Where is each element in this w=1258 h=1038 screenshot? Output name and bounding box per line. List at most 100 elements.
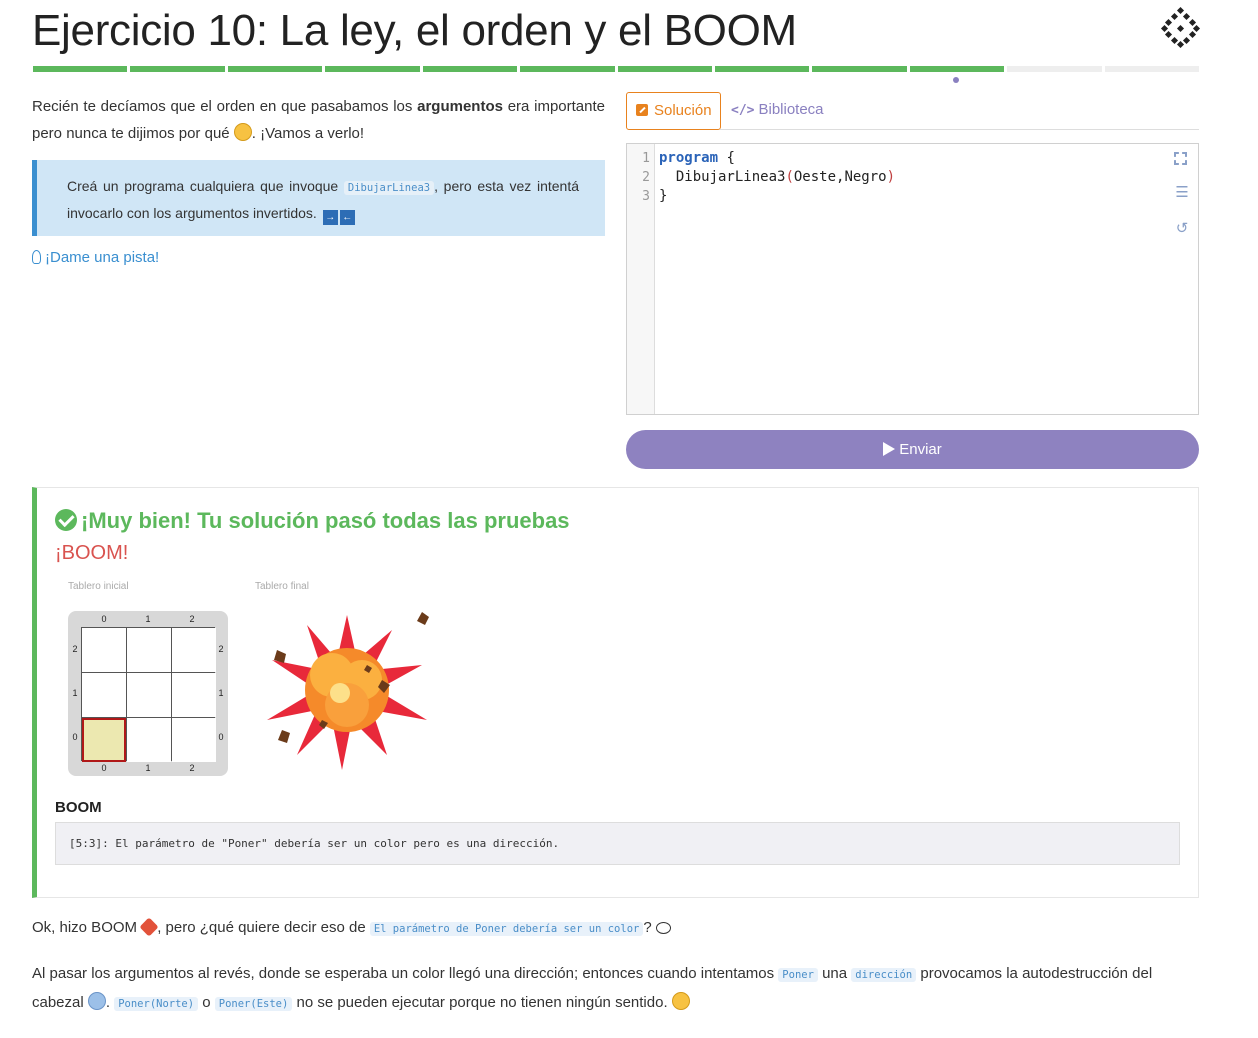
board-column-label: 0 [101, 763, 107, 773]
progress-step[interactable] [617, 66, 712, 72]
board-cell [172, 673, 216, 717]
reset-icon[interactable]: ↺ [1174, 221, 1190, 237]
error-console: [5:3]: El parámetro de "Poner" debería s… [55, 822, 1180, 865]
result-title: ¡Muy bien! Tu solución pasó todas las pr… [55, 508, 570, 534]
board-row-label: 1 [218, 688, 224, 698]
code-line: program { [659, 149, 895, 168]
fearful-emoji-icon [87, 992, 106, 1010]
progress-step-current[interactable] [909, 66, 1005, 72]
inline-code: Poner(Este) [214, 997, 293, 1011]
check-circle-icon [55, 509, 77, 531]
line-numbers: 1 2 3 [627, 144, 655, 414]
tab-library-label: Biblioteca [758, 101, 824, 118]
fullscreen-icon[interactable] [1174, 152, 1187, 165]
board-column-label: 2 [189, 614, 195, 624]
final-board-label: Tablero final [255, 581, 309, 592]
submit-button[interactable]: Enviar [626, 430, 1199, 469]
board-cell [127, 628, 171, 672]
arrow-left-icon: ← [339, 210, 355, 225]
board-row-label: 2 [218, 644, 224, 654]
inline-code: Poner(Norte) [114, 997, 199, 1011]
result-title-text: ¡Muy bien! Tu solución pasó todas las pr… [81, 508, 570, 533]
code-paren: ) [886, 169, 896, 185]
board-column-label: 2 [189, 763, 195, 773]
progress-step[interactable] [33, 66, 128, 72]
play-icon [883, 442, 896, 456]
collision-emoji-icon [139, 917, 159, 937]
explanation-paragraph: Ok, hizo BOOM , pero ¿qué quiere decir e… [32, 917, 671, 937]
arrow-right-icon: → [322, 210, 338, 225]
hint-label: ¡Dame una pista! [45, 249, 160, 266]
intro-bold: argumentos [417, 98, 503, 115]
progress-step[interactable] [714, 66, 810, 72]
current-step-marker [953, 77, 959, 83]
editor-toolbar: ☰ ↺ [1174, 152, 1192, 257]
paragraph-text: Al pasar los argumentos al revés, donde … [32, 965, 779, 982]
tab-library[interactable]: </> Biblioteca [731, 101, 824, 118]
exercise-progress-bar[interactable] [33, 66, 1200, 74]
board-row-label: 2 [72, 644, 78, 654]
lightbulb-icon [32, 250, 41, 264]
grinning-sweat-emoji-icon [671, 992, 690, 1010]
paragraph-text: ? [643, 919, 656, 936]
board-column-label: 0 [101, 614, 107, 624]
line-number: 2 [642, 170, 650, 185]
mumuki-logo-icon [1160, 6, 1201, 48]
code-paren: ( [785, 169, 794, 185]
code-editor[interactable]: 1 2 3 program { DibujarLinea3(Oeste,Negr… [626, 143, 1199, 415]
progress-step[interactable] [422, 66, 518, 72]
progress-step[interactable] [812, 66, 907, 72]
board-row-label: 0 [218, 732, 224, 742]
submit-label: Enviar [899, 441, 942, 458]
paragraph-text: Ok, hizo BOOM [32, 919, 142, 936]
exercise-intro: Recién te decíamos que el orden en que p… [32, 93, 605, 147]
board-row-label: 0 [72, 732, 78, 742]
tab-solution[interactable]: Solución [626, 92, 721, 130]
explosion-icon [267, 612, 429, 770]
code-icon: </> [731, 103, 755, 118]
page-title: Ejercicio 10: La ley, el orden y el BOOM [32, 6, 797, 55]
code-token: DibujarLinea3 [675, 169, 786, 185]
paragraph-text: no se pueden ejecutar porque no tienen n… [292, 994, 672, 1011]
board-cell [127, 718, 171, 762]
code-keyword: program [659, 150, 719, 166]
paragraph-text: o [198, 994, 215, 1011]
progress-step[interactable] [1007, 66, 1102, 72]
progress-step[interactable] [227, 66, 323, 72]
boom-message: ¡BOOM! [55, 542, 129, 564]
board-cell [172, 718, 216, 762]
progress-step[interactable] [520, 66, 615, 72]
task-callout: Creá un programa cualquiera que invoque … [32, 160, 605, 236]
paragraph-text: una [817, 965, 852, 982]
intro-text: . ¡Vamos a verlo! [251, 125, 365, 142]
tab-solution-label: Solución [654, 102, 712, 119]
code-token: { [718, 150, 735, 166]
boom-heading: BOOM [55, 799, 102, 816]
code-token: Oeste,Negro [793, 169, 887, 185]
callout-text: Creá un programa cualquiera que invoque [67, 178, 344, 194]
board-cell [172, 628, 216, 672]
progress-step[interactable] [325, 66, 420, 72]
intro-text: Recién te decíamos que el orden en que p… [32, 98, 418, 115]
line-number: 3 [642, 189, 650, 204]
smirk-emoji-icon [233, 123, 252, 141]
callout-code: DibujarLinea3 [343, 181, 435, 195]
line-number: 1 [642, 151, 650, 166]
paragraph-text: . [105, 994, 115, 1011]
board-row-label: 1 [72, 688, 78, 698]
hint-link[interactable]: ¡Dame una pista! [32, 249, 159, 266]
code-line: } [659, 188, 668, 204]
board-cell [82, 628, 126, 672]
tab-divider [720, 129, 1199, 130]
progress-step[interactable] [1104, 66, 1200, 72]
initial-board: 0 1 2 0 1 2 2 1 0 2 1 0 [68, 611, 228, 776]
inline-code: dirección [851, 968, 917, 982]
initial-board-label: Tablero inicial [68, 581, 129, 592]
indent-icon[interactable]: ☰ [1174, 185, 1190, 201]
board-cell [82, 673, 126, 717]
result-panel: ¡Muy bien! Tu solución pasó todas las pr… [32, 487, 1199, 898]
paragraph-text: , pero ¿qué quiere decir eso de [157, 919, 370, 936]
code-text[interactable]: program { DibujarLinea3(Oeste,Negro)} [659, 149, 895, 206]
pencil-icon [636, 104, 648, 116]
progress-step[interactable] [130, 66, 225, 72]
